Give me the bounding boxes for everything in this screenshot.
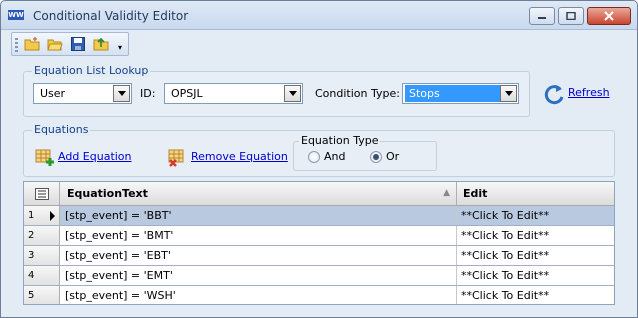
table-row[interactable]: 4 [stp_event] = 'EMT' **Click To Edit** <box>24 266 614 286</box>
add-equation-link[interactable]: Add Equation <box>58 150 132 163</box>
table-row[interactable]: 3 [stp_event] = 'EBT' **Click To Edit** <box>24 246 614 266</box>
column-equationtext-label: EquationText <box>67 187 148 200</box>
condition-type-label: Condition Type: <box>315 87 400 100</box>
remove-equation-icon[interactable] <box>168 149 188 167</box>
user-select-value: User <box>40 87 66 100</box>
equation-cell[interactable]: [stp_event] = 'BMT' <box>61 226 457 245</box>
id-label: ID: <box>140 87 156 100</box>
chevron-down-icon[interactable] <box>284 85 301 102</box>
open-folder-button[interactable] <box>45 35 64 54</box>
radio-or-circle[interactable] <box>370 150 382 163</box>
row-number-text: 1 <box>28 210 35 221</box>
row-number[interactable]: 1 <box>24 206 60 225</box>
id-select-value: OPSJL <box>171 87 203 100</box>
add-equation-icon[interactable] <box>35 149 55 167</box>
equation-cell[interactable]: [stp_event] = 'BBT' <box>61 206 457 225</box>
edit-cell[interactable]: **Click To Edit** <box>457 246 614 265</box>
save-icon <box>70 37 85 51</box>
row-pointer-icon <box>50 211 55 221</box>
row-number-text: 4 <box>28 270 35 281</box>
equation-cell[interactable]: [stp_event] = 'EMT' <box>61 266 457 285</box>
equation-cell[interactable]: [stp_event] = 'EBT' <box>61 246 457 265</box>
title-bar[interactable]: WW Conditional Validity Editor <box>1 1 637 30</box>
column-header-equationtext[interactable]: EquationText ▲ <box>61 182 457 205</box>
chevron-down-icon[interactable] <box>500 85 517 102</box>
grid-header: EquationText ▲ Edit <box>24 182 614 206</box>
app-icon: WW <box>8 10 24 20</box>
radio-and-label: And <box>324 150 346 163</box>
open-folder-icon <box>46 39 63 51</box>
edit-cell[interactable]: **Click To Edit** <box>457 206 614 225</box>
row-number-text: 2 <box>28 230 35 241</box>
new-folder-button[interactable] <box>22 35 41 54</box>
window-title: Conditional Validity Editor <box>33 9 189 23</box>
row-number[interactable]: 4 <box>24 266 60 285</box>
id-select[interactable]: OPSJL <box>164 83 303 104</box>
refresh-icon[interactable] <box>542 83 566 107</box>
maximize-button[interactable] <box>558 7 584 25</box>
toolbar-grip[interactable] <box>15 38 18 52</box>
column-chooser-icon[interactable] <box>24 182 60 205</box>
condition-type-select[interactable]: Stops <box>402 83 519 104</box>
equation-type-label: Equation Type <box>299 134 381 147</box>
equations-grid: EquationText ▲ Edit 1 [stp_event] = 'BBT… <box>23 181 615 305</box>
edit-cell[interactable]: **Click To Edit** <box>457 286 614 304</box>
column-header-edit[interactable]: Edit <box>457 182 614 205</box>
edit-cell[interactable]: **Click To Edit** <box>457 266 614 285</box>
close-button[interactable] <box>587 7 631 25</box>
row-number[interactable]: 2 <box>24 226 60 245</box>
column-edit-label: Edit <box>463 187 488 200</box>
row-number-text: 5 <box>28 290 35 301</box>
edit-cell[interactable]: **Click To Edit** <box>457 226 614 245</box>
close-icon <box>604 11 614 21</box>
row-number[interactable]: 3 <box>24 246 60 265</box>
radio-and-circle[interactable] <box>308 150 320 163</box>
remove-equation-link[interactable]: Remove Equation <box>191 150 288 163</box>
condition-type-value: Stops <box>405 85 510 102</box>
sort-ascending-icon: ▲ <box>443 188 450 198</box>
table-row[interactable]: 1 [stp_event] = 'BBT' **Click To Edit** <box>24 206 614 226</box>
minimize-button[interactable] <box>529 7 555 25</box>
refresh-link[interactable]: Refresh <box>568 86 610 99</box>
export-icon <box>93 37 108 51</box>
user-select[interactable]: User <box>33 83 132 104</box>
minimize-icon <box>538 17 546 19</box>
toolbar-overflow-chevron-icon[interactable]: ▾ <box>118 43 122 52</box>
radio-or[interactable]: Or <box>370 150 399 163</box>
equation-type-group: Equation Type And Or <box>293 134 437 171</box>
table-row[interactable]: 2 [stp_event] = 'BMT' **Click To Edit** <box>24 226 614 246</box>
equation-cell[interactable]: [stp_event] = 'WSH' <box>61 286 457 304</box>
radio-and[interactable]: And <box>308 150 345 163</box>
new-folder-icon <box>24 37 39 51</box>
table-row[interactable]: 5 [stp_event] = 'WSH' **Click To Edit** <box>24 286 614 304</box>
equations-label: Equations <box>32 123 91 136</box>
row-number-text: 3 <box>28 250 35 261</box>
export-button[interactable] <box>91 35 110 54</box>
chevron-down-icon[interactable] <box>113 85 130 102</box>
main-toolbar: ▾ <box>11 32 129 56</box>
equation-list-lookup-group: Equation List Lookup User ID: OPSJL Cond… <box>23 64 530 117</box>
row-number[interactable]: 5 <box>24 286 60 304</box>
maximize-icon <box>566 12 576 20</box>
editor-window: WW Conditional Validity Editor ▾ Equatio… <box>0 0 638 318</box>
equation-list-lookup-label: Equation List Lookup <box>32 64 151 77</box>
radio-or-label: Or <box>386 150 400 163</box>
save-button[interactable] <box>68 35 87 54</box>
